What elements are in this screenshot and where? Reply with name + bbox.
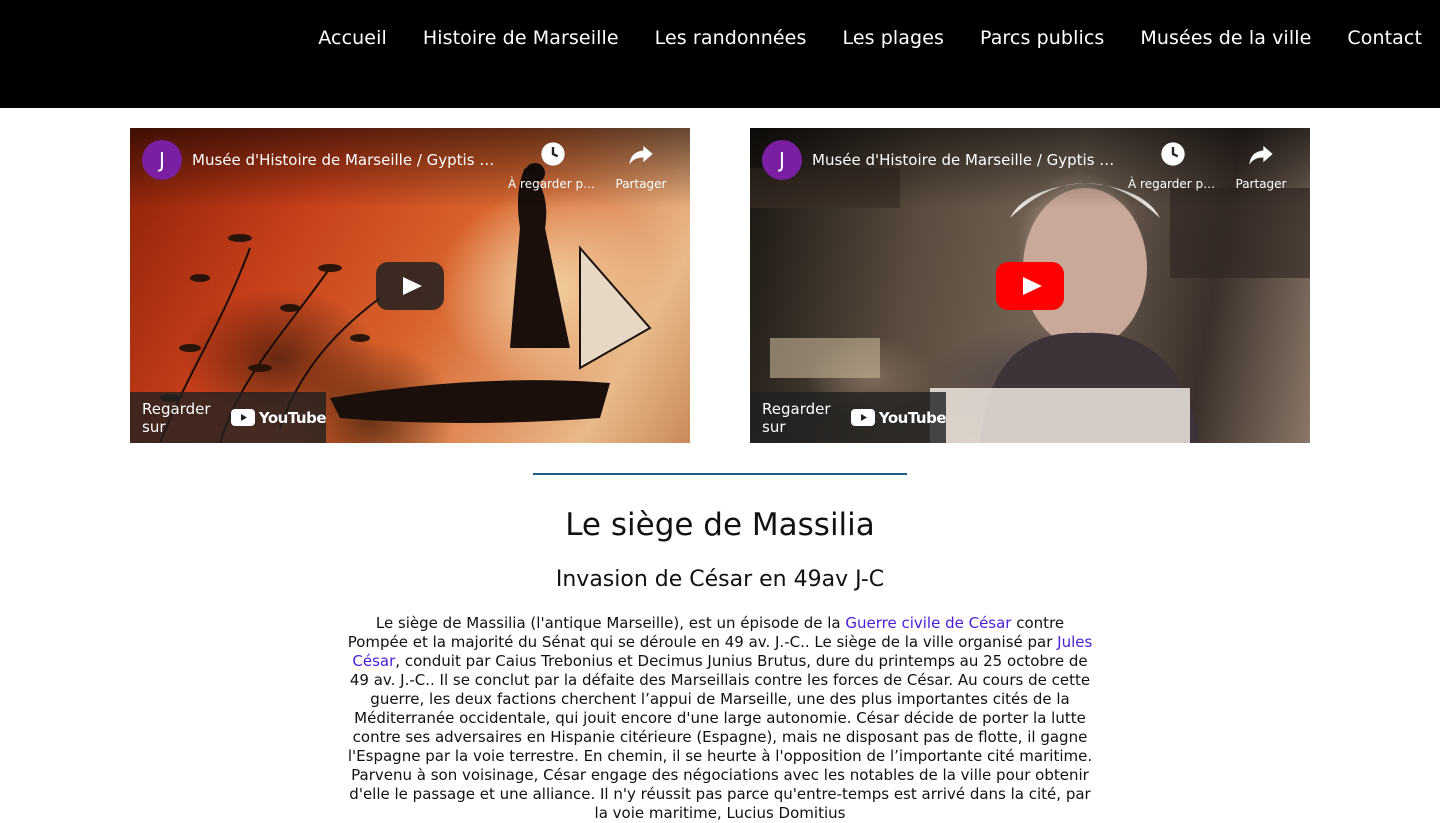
channel-avatar[interactable]: J [142, 140, 182, 180]
link-guerre-civile[interactable]: Guerre civile de César [845, 614, 1011, 632]
nav-link-histoire[interactable]: Histoire de Marseille [423, 27, 619, 49]
section-divider [533, 473, 907, 475]
nav-item-histoire: Histoire de Marseille [423, 24, 619, 52]
video-embed-1[interactable]: J Musée d'Histoire de Marseille / Gyptis… [130, 128, 690, 443]
article-title: Le siège de Massilia [565, 507, 875, 543]
watch-later-label: À regarder plus tard [508, 177, 598, 191]
clock-icon [508, 140, 598, 168]
nav-link-plages[interactable]: Les plages [842, 27, 944, 49]
share-icon [596, 140, 686, 168]
nav-item-accueil: Accueil [318, 24, 387, 52]
youtube-logo-icon: YouTube [230, 408, 327, 427]
channel-avatar[interactable]: J [762, 140, 802, 180]
youtube-wordmark: YouTube [878, 408, 947, 427]
nav-link-musees[interactable]: Musées de la ville [1140, 27, 1311, 49]
body-text-3: , conduit par Caius Trebonius et Decimus… [347, 652, 1093, 822]
share-icon [1216, 140, 1306, 168]
play-icon [996, 262, 1064, 310]
nav-item-contact: Contact [1347, 24, 1422, 52]
play-button[interactable] [996, 262, 1064, 310]
play-button[interactable] [376, 262, 444, 310]
watch-on-label: Regarder sur [762, 399, 831, 436]
nav-menu: Accueil Histoire de Marseille Les randon… [318, 24, 1422, 52]
nav-link-contact[interactable]: Contact [1347, 27, 1422, 49]
watch-later-label: À regarder plus tard [1128, 177, 1218, 191]
nav-item-plages: Les plages [842, 24, 944, 52]
nav-link-parcs[interactable]: Parcs publics [980, 27, 1104, 49]
article-subtitle: Invasion de César en 49av J-C [555, 567, 885, 592]
watch-later-button[interactable]: À regarder plus tard [508, 140, 598, 192]
youtube-wordmark: YouTube [258, 408, 327, 427]
share-button[interactable]: Partager [596, 140, 686, 192]
share-label: Partager [1235, 177, 1287, 191]
video-title[interactable]: Musée d'Histoire de Marseille / Gyptis e… [812, 150, 1122, 170]
play-icon [376, 262, 444, 310]
youtube-logo-icon: YouTube [850, 408, 947, 427]
share-button[interactable]: Partager [1216, 140, 1306, 192]
nav-item-randonnees: Les randonnées [655, 24, 807, 52]
article-body: Le siège de Massilia (l'antique Marseill… [346, 614, 1094, 823]
watch-later-button[interactable]: À regarder plus tard [1128, 140, 1218, 192]
watch-on-label: Regarder sur [142, 399, 211, 436]
nav-item-parcs: Parcs publics [980, 24, 1104, 52]
nav-item-musees: Musées de la ville [1140, 24, 1311, 52]
watch-on-youtube-button[interactable]: Regarder sur YouTube [750, 392, 947, 443]
video-title[interactable]: Musée d'Histoire de Marseille / Gyptis e… [192, 150, 502, 170]
video-embed-2[interactable]: J Musée d'Histoire de Marseille / Gyptis… [750, 128, 1310, 443]
top-navigation: Accueil Histoire de Marseille Les randon… [0, 0, 1440, 108]
share-label: Partager [615, 177, 667, 191]
clock-icon [1128, 140, 1218, 168]
nav-link-accueil[interactable]: Accueil [318, 27, 387, 49]
watch-on-youtube-button[interactable]: Regarder sur YouTube [130, 392, 327, 443]
nav-link-randonnees[interactable]: Les randonnées [655, 27, 807, 49]
body-text-1: Le siège de Massilia (l'antique Marseill… [375, 614, 846, 632]
